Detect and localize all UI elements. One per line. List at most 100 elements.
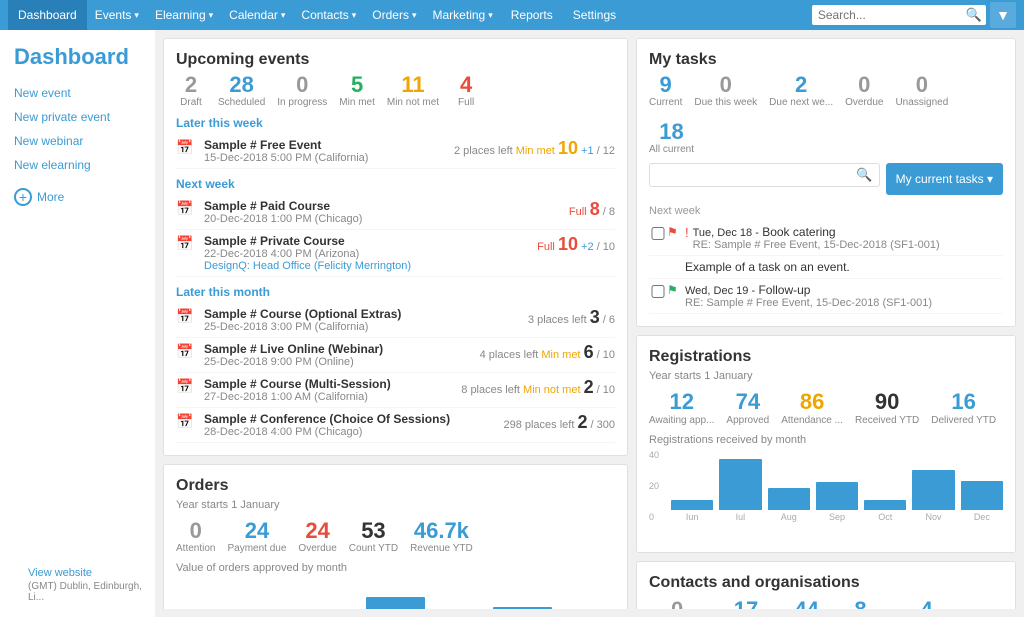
nav-dashboard[interactable]: Dashboard: [8, 0, 87, 30]
registrations-subtitle: Year starts 1 January: [649, 370, 1003, 382]
chart-bar-label: Nov: [926, 512, 942, 522]
more-button[interactable]: + More: [14, 188, 155, 206]
task-controls: 🔍 My current tasks ▾: [649, 163, 1003, 195]
event-row[interactable]: 📅 Sample # Paid Course 20-Dec-2018 1:00 …: [176, 195, 615, 230]
event-details: Sample # Course (Multi-Session) 27-Dec-2…: [204, 377, 453, 403]
main-layout: Dashboard New event New private event Ne…: [0, 30, 1024, 617]
sidebar-new-webinar[interactable]: New webinar: [14, 134, 155, 148]
chart-bar: [719, 459, 761, 509]
event-right: 3 places left 3 / 6: [528, 307, 615, 328]
task-checkbox[interactable]: [649, 227, 667, 240]
chart-bar-group: Oct: [864, 450, 906, 522]
stat-all-current[interactable]: 18 All current: [649, 120, 694, 155]
event-right: 2 places left Min met 10 +1 / 12: [454, 138, 615, 159]
task-item: Example of a task on an event.: [649, 256, 1003, 279]
stat-count-ytd[interactable]: 53 Count YTD: [349, 519, 398, 554]
task-search-input[interactable]: [656, 168, 856, 182]
nav-search-input[interactable]: [816, 5, 966, 25]
stat-due-this-week[interactable]: 0 Due this week: [694, 73, 757, 108]
stat-payment-due[interactable]: 24 Payment due: [227, 519, 286, 554]
stat-minnotmet[interactable]: 11 Min not met: [387, 73, 439, 108]
orders-subtitle: Year starts 1 January: [176, 499, 615, 511]
orders-chart-label: Value of orders approved by month: [176, 562, 615, 574]
stat-attention[interactable]: 0 Attention: [176, 519, 215, 554]
nav-events[interactable]: Events▾: [87, 0, 147, 30]
stat-scheduled[interactable]: 28 Scheduled: [218, 73, 265, 108]
chart-bar-label: Aug: [781, 512, 797, 522]
registrations-title: Registrations: [649, 348, 1003, 366]
nav-marketing[interactable]: Marketing▾: [425, 0, 501, 30]
sidebar-new-private-event[interactable]: New private event: [14, 110, 155, 124]
task-item: ⚑ ! Tue, Dec 18 - Book catering RE: Samp…: [649, 221, 1003, 256]
event-row[interactable]: 📅 Sample # Course (Multi-Session) 27-Dec…: [176, 373, 615, 408]
task-checkbox[interactable]: [649, 285, 667, 298]
sidebar: Dashboard New event New private event Ne…: [0, 30, 155, 617]
stat-full[interactable]: 4 Full: [451, 73, 481, 108]
stat-my-accounts[interactable]: 0 My accounts: [649, 598, 705, 609]
chart-bar-group: Iun: [671, 450, 713, 522]
stat-inprogress[interactable]: 0 In progress: [277, 73, 327, 108]
stat-presenters[interactable]: 8 Presenters: [836, 598, 884, 609]
event-row[interactable]: 📅 Sample # Conference (Choice Of Session…: [176, 408, 615, 443]
my-tasks-card: My tasks 9 Current 0 Due this week 2 Due…: [636, 38, 1016, 327]
view-website-link[interactable]: View website: [14, 557, 155, 581]
stat-delivered-ytd[interactable]: 16 Delivered YTD: [931, 390, 996, 425]
nav-elearning[interactable]: Elearning▾: [147, 0, 221, 30]
stat-awaiting[interactable]: 12 Awaiting app...: [649, 390, 714, 425]
calendar-icon: 📅: [176, 413, 204, 430]
event-details: Sample # Live Online (Webinar) 25-Dec-20…: [204, 342, 472, 368]
nav-calendar[interactable]: Calendar▾: [221, 0, 293, 30]
registrations-chart: 40 20 0 IunIulAugSepOctNovDec: [649, 450, 1003, 540]
event-row[interactable]: 📅 Sample # Live Online (Webinar) 25-Dec-…: [176, 338, 615, 373]
task-content: Example of a task on an event.: [685, 260, 1003, 274]
user-menu-button[interactable]: ▼: [990, 2, 1016, 28]
event-row[interactable]: 📅 Sample # Free Event 15-Dec-2018 5:00 P…: [176, 134, 615, 169]
stat-organisations[interactable]: 17 Organisations: [715, 598, 777, 609]
stat-draft[interactable]: 2 Draft: [176, 73, 206, 108]
circle-plus-icon: +: [14, 188, 32, 206]
flag-done-icon: ⚑: [667, 283, 685, 297]
stat-contacts[interactable]: 44 Contacts: [787, 598, 826, 609]
timezone-info: (GMT) Dublin, Edinburgh, Li...: [14, 581, 155, 607]
event-row[interactable]: 📅 Sample # Course (Optional Extras) 25-D…: [176, 303, 615, 338]
flag-icon: ⚑: [667, 225, 685, 239]
orders-stats: 0 Attention 24 Payment due 24 Overdue 53…: [176, 519, 615, 554]
chart-bar: [671, 500, 713, 509]
task-group-label: Next week: [649, 205, 1003, 217]
task-item: ⚑ Wed, Dec 19 - Follow-up RE: Sample # F…: [649, 279, 1003, 314]
orders-chart: [176, 578, 615, 609]
stat-minmet[interactable]: 5 Min met: [339, 73, 375, 108]
calendar-icon: 📅: [176, 308, 204, 325]
stat-received-ytd[interactable]: 90 Received YTD: [855, 390, 919, 425]
section-next-week: Next week: [176, 177, 615, 191]
stat-overdue[interactable]: 24 Overdue: [298, 519, 336, 554]
stat-administrators[interactable]: 4 Administrato...: [895, 598, 959, 609]
section-later-this-week: Later this week: [176, 116, 615, 130]
stat-revenue-ytd[interactable]: 46.7k Revenue YTD: [410, 519, 473, 554]
stat-approved[interactable]: 74 Approved: [726, 390, 769, 425]
nav-reports[interactable]: Reports: [501, 0, 563, 30]
nav-settings[interactable]: Settings: [563, 0, 626, 30]
sidebar-new-event[interactable]: New event: [14, 86, 155, 100]
search-icon[interactable]: 🔍: [966, 7, 982, 23]
nav-orders[interactable]: Orders▾: [364, 0, 424, 30]
orders-card: Orders Year starts 1 January 0 Attention…: [163, 464, 628, 609]
chart-bar: [816, 482, 858, 509]
stat-unassigned[interactable]: 0 Unassigned: [895, 73, 948, 108]
contacts-stats: 0 My accounts 17 Organisations 44 Contac…: [649, 598, 1003, 609]
stat-current[interactable]: 9 Current: [649, 73, 682, 108]
section-later-this-month: Later this month: [176, 285, 615, 299]
event-row[interactable]: 📅 Sample # Private Course 22-Dec-2018 4:…: [176, 230, 615, 277]
calendar-icon: 📅: [176, 343, 204, 360]
stat-attendance[interactable]: 86 Attendance ...: [781, 390, 843, 425]
event-right: 8 places left Min not met 2 / 10: [461, 377, 615, 398]
page-title: Dashboard: [14, 44, 155, 70]
search-icon: 🔍: [856, 167, 872, 183]
chart-bar: [912, 470, 954, 510]
task-filter-button[interactable]: My current tasks ▾: [886, 163, 1003, 195]
stat-overdue-tasks[interactable]: 0 Overdue: [845, 73, 883, 108]
stat-due-next-week[interactable]: 2 Due next we...: [769, 73, 833, 108]
sidebar-new-elearning[interactable]: New elearning: [14, 158, 155, 172]
chart-bar-label: Sep: [829, 512, 845, 522]
nav-contacts[interactable]: Contacts▾: [293, 0, 364, 30]
